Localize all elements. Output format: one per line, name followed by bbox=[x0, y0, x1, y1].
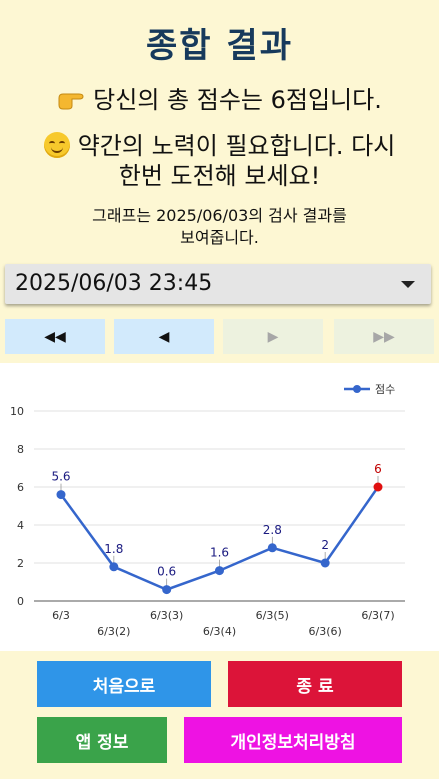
x-tick-label: 6/3(2) bbox=[97, 625, 130, 638]
prev-button[interactable]: ◀ bbox=[114, 319, 214, 354]
data-point bbox=[267, 543, 277, 553]
page-title: 종합 결과 bbox=[146, 26, 293, 66]
data-point bbox=[56, 490, 66, 500]
next-button[interactable]: ▶ bbox=[223, 319, 323, 354]
data-label: 0.6 bbox=[157, 565, 176, 579]
graph-note-line-1: 그래프는 2025/06/03의 검사 결과를 bbox=[92, 206, 347, 225]
advice-line-2: 한번 도전해 보세요! bbox=[118, 162, 321, 190]
data-label: 1.6 bbox=[210, 546, 229, 560]
data-label: 6 bbox=[374, 462, 382, 476]
advice-text-1: 약간의 노력이 필요합니다. 다시 bbox=[77, 132, 396, 160]
y-tick-label: 0 bbox=[17, 595, 24, 608]
date-select-value: 2025/06/03 23:45 bbox=[15, 271, 213, 296]
x-tick-label: 6/3(5) bbox=[256, 609, 289, 622]
data-point bbox=[162, 585, 172, 595]
y-tick-label: 6 bbox=[17, 481, 24, 494]
legend-marker bbox=[353, 385, 361, 393]
y-tick-label: 2 bbox=[17, 557, 24, 570]
score-chart: 0 2 4 6 8 10 6/3 6/3(2) 6/3(3) 6/3(4) 6/3(5) 6/3(6)… bbox=[0, 363, 439, 651]
data-point bbox=[320, 558, 330, 568]
data-label: 5.6 bbox=[51, 470, 70, 484]
graph-note-line-2: 보여줍니다. bbox=[180, 228, 259, 247]
data-label: 2 bbox=[321, 538, 329, 552]
data-label: 1.8 bbox=[104, 542, 123, 556]
data-point bbox=[109, 562, 119, 572]
y-tick-label: 4 bbox=[17, 519, 24, 532]
graph-note: 그래프는 2025/06/03의 검사 결과를 보여줍니다. bbox=[0, 205, 439, 249]
smiling-face-icon bbox=[43, 132, 70, 158]
x-tick-label: 6/3(4) bbox=[203, 625, 236, 638]
x-tick-label: 6/3(6) bbox=[309, 625, 342, 638]
date-select[interactable]: 2025/06/03 23:45 bbox=[5, 264, 431, 304]
score-text: 당신의 총 점수는 6점입니다. bbox=[93, 86, 382, 114]
score-chart-svg: 0 2 4 6 8 10 6/3 6/3(2) 6/3(3) 6/3(4) 6/3(5) 6/3(6)… bbox=[10, 383, 405, 638]
privacy-policy-button[interactable]: 개인정보처리방침 bbox=[184, 717, 402, 763]
score-line: 당신의 총 점수는 6점입니다. bbox=[0, 84, 439, 116]
y-tick-label: 8 bbox=[17, 443, 24, 456]
data-point bbox=[215, 566, 224, 576]
exit-button[interactable]: 종 료 bbox=[228, 661, 402, 707]
x-tick-label: 6/3(7) bbox=[361, 609, 394, 622]
home-button[interactable]: 처음으로 bbox=[37, 661, 211, 707]
data-label: 2.8 bbox=[263, 523, 282, 537]
app-info-button[interactable]: 앱 정보 bbox=[37, 717, 167, 763]
legend-label: 점수 bbox=[375, 383, 395, 396]
x-tick-label: 6/3(3) bbox=[150, 609, 183, 622]
advice-line-1: 약간의 노력이 필요합니다. 다시 bbox=[0, 128, 439, 162]
first-button[interactable]: ◀◀ bbox=[5, 319, 105, 354]
data-point bbox=[373, 482, 383, 492]
y-tick-label: 10 bbox=[10, 405, 24, 418]
dropdown-arrow-icon bbox=[401, 281, 415, 288]
pointing-hand-icon bbox=[58, 93, 84, 110]
x-tick-label: 6/3 bbox=[52, 609, 70, 622]
last-button[interactable]: ▶▶ bbox=[334, 319, 434, 354]
